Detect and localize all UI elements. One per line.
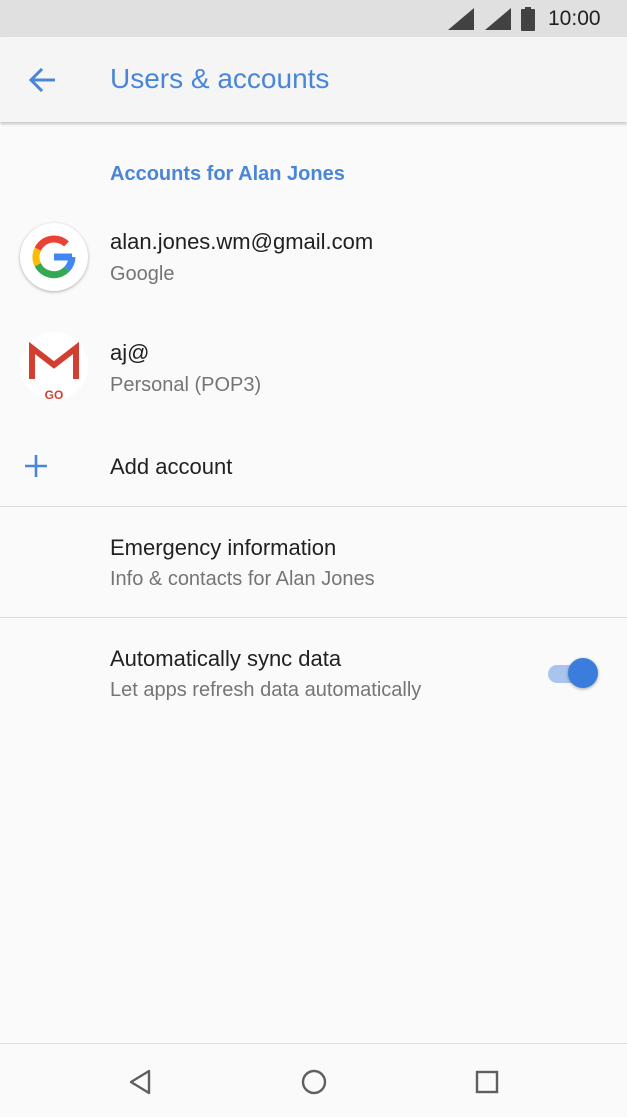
auto-sync-title: Automatically sync data (110, 646, 342, 671)
nav-back-button[interactable] (120, 1062, 160, 1102)
add-account-label: Add account (110, 454, 233, 479)
plus-icon (25, 455, 47, 477)
home-circle-icon (301, 1069, 327, 1095)
emergency-subtitle: Info & contacts for Alan Jones (110, 568, 375, 590)
navigation-bar (0, 1043, 627, 1117)
status-bar: 10:00 (0, 0, 627, 37)
signal-icon (448, 8, 474, 30)
account-type: Google (110, 263, 175, 285)
gmail-go-icon: GO (29, 341, 79, 400)
nav-home-button[interactable] (294, 1062, 334, 1102)
account-item-google[interactable]: alan.jones.wm@gmail.com Google (0, 210, 627, 310)
account-email: alan.jones.wm@gmail.com (110, 229, 374, 254)
toggle-thumb (568, 658, 598, 688)
account-email: aj@ (110, 340, 150, 365)
page-title: Users & accounts (110, 63, 330, 94)
google-avatar (20, 223, 88, 291)
app-bar: Users & accounts (0, 37, 627, 122)
nav-recents-button[interactable] (467, 1062, 507, 1102)
auto-sync-toggle[interactable] (546, 655, 600, 691)
add-account-button[interactable]: Add account (0, 432, 627, 502)
signal-icon (485, 8, 511, 30)
account-type: Personal (POP3) (110, 374, 262, 396)
auto-sync-subtitle: Let apps refresh data automatically (110, 679, 422, 701)
arrow-back-icon (29, 68, 55, 92)
emergency-title: Emergency information (110, 535, 337, 560)
auto-sync-item[interactable]: Automatically sync data Let apps refresh… (0, 618, 627, 728)
back-triangle-icon (129, 1069, 151, 1095)
battery-icon (521, 7, 535, 31)
gmail-go-avatar: GO (20, 332, 88, 400)
status-time: 10:00 (548, 7, 601, 30)
google-icon (32, 235, 76, 279)
recents-square-icon (475, 1070, 499, 1094)
accounts-section-header: Accounts for Alan Jones (110, 163, 345, 185)
back-button[interactable] (18, 59, 66, 101)
emergency-information-item[interactable]: Emergency information Info & contacts fo… (0, 507, 627, 617)
gmail-go-label: GO (45, 388, 64, 400)
account-item-pop3[interactable]: GO aj@ Personal (POP3) (0, 320, 627, 420)
